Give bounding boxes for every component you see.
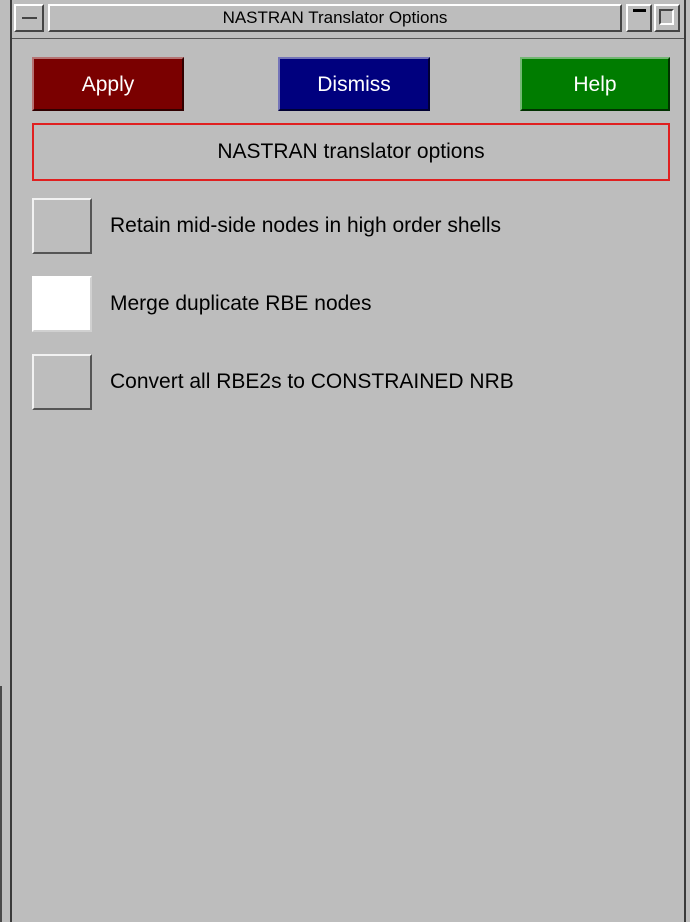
retain-mid-side-nodes-label: Retain mid-side nodes in high order shel… <box>110 214 502 237</box>
window-menu-icon[interactable] <box>14 4 44 32</box>
option-merge-duplicate-rbe: Merge duplicate RBE nodes <box>32 276 672 332</box>
maximize-icon[interactable] <box>654 4 680 32</box>
option-convert-rbe2: Convert all RBE2s to CONSTRAINED NRB <box>32 354 672 410</box>
section-header: NASTRAN translator options <box>32 123 670 181</box>
left-edge-bar <box>0 686 2 922</box>
retain-mid-side-nodes-toggle[interactable] <box>32 198 92 254</box>
option-retain-mid-side-nodes: Retain mid-side nodes in high order shel… <box>32 198 672 254</box>
title-bar: NASTRAN Translator Options <box>12 0 684 39</box>
convert-rbe2-toggle[interactable] <box>32 354 92 410</box>
options-window: NASTRAN Translator Options Apply Dismiss… <box>10 0 686 922</box>
help-button[interactable]: Help <box>520 57 670 111</box>
convert-rbe2-label: Convert all RBE2s to CONSTRAINED NRB <box>110 370 514 393</box>
dismiss-button[interactable]: Dismiss <box>278 57 430 111</box>
minimize-icon[interactable] <box>626 4 652 32</box>
window-title[interactable]: NASTRAN Translator Options <box>48 4 622 32</box>
apply-button[interactable]: Apply <box>32 57 184 111</box>
merge-duplicate-rbe-label: Merge duplicate RBE nodes <box>110 292 372 315</box>
merge-duplicate-rbe-toggle[interactable] <box>32 276 92 332</box>
